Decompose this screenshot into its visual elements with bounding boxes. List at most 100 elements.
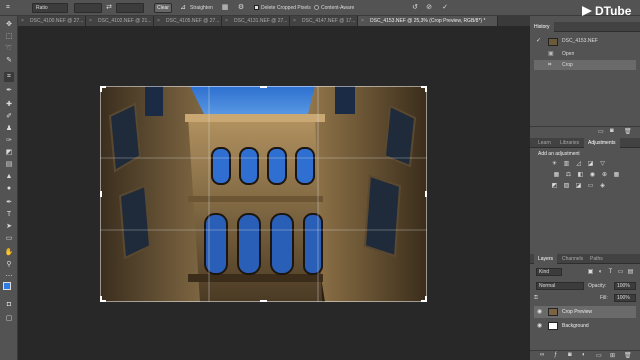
hue-saturation-icon[interactable]: ▦ [552,171,561,179]
layer-row-selected[interactable]: ◉ Crop Preview [534,306,636,318]
healing-tool-icon[interactable]: ✚ [4,100,14,110]
eye-icon[interactable]: ◉ [537,320,542,332]
quick-select-tool-icon[interactable]: ✎ [4,56,14,66]
width-field[interactable] [74,3,102,13]
close-icon[interactable]: × [361,16,364,26]
document-tab[interactable]: × DSC_4147.NEF @ 17... [290,16,358,26]
crop-tool-icon[interactable]: ⌗ [3,3,13,13]
move-tool-icon[interactable]: ✥ [4,20,14,30]
trash-icon[interactable]: 🗑 [624,128,632,135]
posterize-icon[interactable]: ▨ [562,182,571,190]
gradient-tool-icon[interactable]: ▤ [4,160,14,170]
color-lookup-icon[interactable]: ▦ [612,171,621,179]
height-field[interactable] [116,3,144,13]
zoom-tool-icon[interactable]: ⚲ [4,260,14,270]
mask-icon[interactable]: ◙ [568,352,572,358]
brush-tool-icon[interactable]: ✐ [4,112,14,122]
history-item[interactable]: ▣ Open [534,49,636,59]
photo-filter-icon[interactable]: ◉ [588,171,597,179]
document-tab-active[interactable]: × DSC_4153.NEF @ 25,3% (Crop Preview, RGB… [358,16,498,26]
content-aware-option[interactable]: Content-Aware [314,3,354,13]
exposure-icon[interactable]: ◪ [586,160,595,168]
history-brush-icon[interactable]: ✑ [4,136,14,146]
curves-icon[interactable]: ◿ [574,160,583,168]
gear-icon[interactable]: ⚙ [236,3,246,13]
filter-adjustment-icon[interactable]: ◐ [596,268,605,276]
folder-icon[interactable]: ▭ [596,352,602,359]
fx-icon[interactable]: ƒ [554,352,557,358]
eyedropper-tool-icon[interactable]: ✒ [4,86,14,96]
black-white-icon[interactable]: ◧ [576,171,585,179]
vibrance-icon[interactable]: ▽ [598,160,607,168]
new-document-icon[interactable]: ▭ [598,128,604,135]
selective-color-icon[interactable]: ◈ [598,182,607,190]
levels-icon[interactable]: ▥ [562,160,571,168]
close-icon[interactable]: × [157,16,160,26]
tab-channels[interactable]: Channels [558,254,587,264]
screen-mode-icon[interactable]: ▢ [4,314,14,324]
tab-learn[interactable]: Learn [534,138,555,148]
link-icon[interactable]: ∞ [540,352,544,358]
close-icon[interactable]: × [293,16,296,26]
swap-icon[interactable]: ⇄ [104,3,114,13]
filter-type-icon[interactable]: T [606,268,615,276]
quick-mask-icon[interactable]: ◘ [4,300,14,310]
tab-paths[interactable]: Paths [586,254,607,264]
layer-row[interactable]: ◉ Background [534,320,636,332]
content-aware-checkbox[interactable] [314,5,319,11]
tab-adjustments[interactable]: Adjustments [584,138,620,148]
shape-tool-icon[interactable]: ▭ [4,234,14,244]
foreground-color-swatch[interactable] [3,282,11,290]
path-select-icon[interactable]: ➤ [4,222,14,232]
overlay-grid-icon[interactable]: ▦ [220,3,230,13]
new-layer-icon[interactable]: ⊞ [610,352,615,359]
brightness-icon[interactable]: ☀ [550,160,559,168]
close-icon[interactable]: × [21,16,24,26]
filter-smart-icon[interactable]: ▤ [626,268,635,276]
type-tool-icon[interactable]: T [4,210,14,220]
opacity-field[interactable]: 100% [614,282,636,290]
pen-tool-icon[interactable]: ✒ [4,198,14,208]
photo-canvas[interactable] [100,86,427,302]
lasso-tool-icon[interactable]: ➰ [4,44,14,54]
commit-icon[interactable]: ✓ [440,3,450,13]
threshold-icon[interactable]: ◪ [574,182,583,190]
ratio-select[interactable]: Ratio [32,3,68,13]
gradient-map-icon[interactable]: ▭ [586,182,595,190]
document-tab[interactable]: × DSC_4131.NEF @ 27... [222,16,290,26]
camera-icon[interactable]: ◙ [610,128,614,134]
layer-filter-kind[interactable]: Kind [536,268,562,276]
adjustment-layer-icon[interactable]: ◐ [582,352,586,358]
invert-icon[interactable]: ◩ [550,182,559,190]
channel-mixer-icon[interactable]: ⊕ [600,171,609,179]
fill-field[interactable]: 100% [614,294,636,302]
close-icon[interactable]: × [89,16,92,26]
tab-history[interactable]: History [530,22,554,32]
delete-cropped-option[interactable]: Delete Cropped Pixels [254,3,311,13]
cancel-icon[interactable]: ⊘ [424,3,434,13]
stamp-tool-icon[interactable]: ♟ [4,124,14,134]
tab-layers[interactable]: Layers [534,254,558,264]
reset-icon[interactable]: ↺ [410,3,420,13]
close-icon[interactable]: × [225,16,228,26]
filter-pixel-icon[interactable]: ▣ [586,268,595,276]
trash-icon[interactable]: 🗑 [624,352,632,359]
tab-libraries[interactable]: Libraries [556,138,583,148]
marquee-tool-icon[interactable]: ⬚ [4,32,14,42]
history-snapshot[interactable]: ✓ DSC_4153.NEF [534,36,636,46]
document-tab[interactable]: × DSC_4102.NEF @ 21... [86,16,154,26]
straighten-icon[interactable]: ⊿ [178,3,188,13]
eye-icon[interactable]: ◉ [537,306,542,318]
clear-button[interactable]: Clear [154,3,172,13]
document-tab[interactable]: × DSC_4105.NEF @ 27... [154,16,222,26]
eraser-tool-icon[interactable]: ◩ [4,148,14,158]
crop-tool-icon[interactable]: ⌗ [4,72,14,82]
filter-shape-icon[interactable]: ▭ [616,268,625,276]
blend-mode-select[interactable]: Normal [536,282,584,290]
color-balance-icon[interactable]: ⚖ [564,171,573,179]
dodge-tool-icon[interactable]: ● [4,184,14,194]
more-tools-icon[interactable]: ⋯ [4,272,14,282]
document-tab[interactable]: × DSC_4100.NEF @ 27... [18,16,86,26]
blur-tool-icon[interactable]: ▲ [4,172,14,182]
delete-cropped-checkbox[interactable] [254,5,259,11]
